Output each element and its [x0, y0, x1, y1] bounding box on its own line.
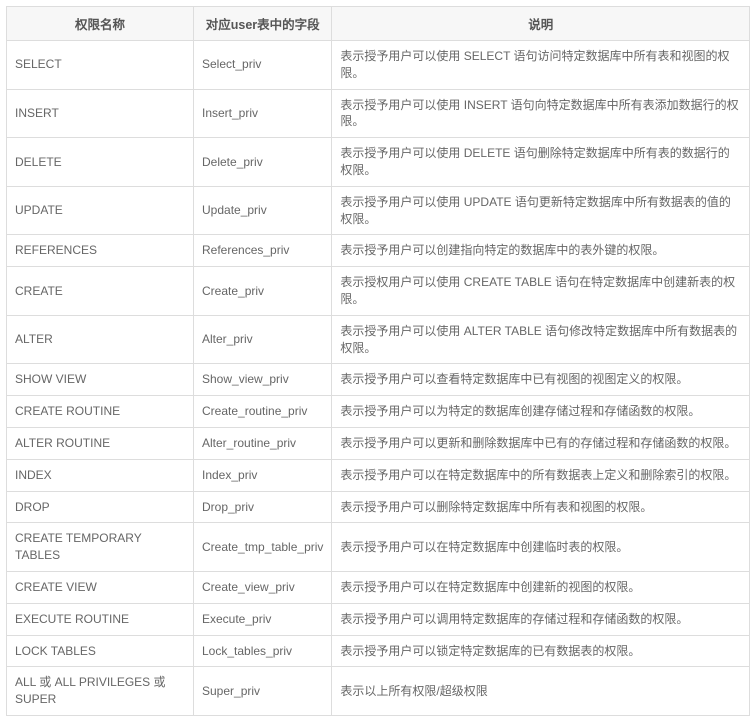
cell-field: Alter_routine_priv	[194, 427, 332, 459]
header-field: 对应user表中的字段	[194, 7, 332, 41]
cell-field: Create_routine_priv	[194, 396, 332, 428]
table-row: DROPDrop_priv表示授予用户可以删除特定数据库中所有表和视图的权限。	[7, 491, 750, 523]
cell-field: Delete_priv	[194, 138, 332, 187]
header-name: 权限名称	[7, 7, 194, 41]
cell-desc: 表示授予用户可以删除特定数据库中所有表和视图的权限。	[332, 491, 750, 523]
table-row: SELECTSelect_priv表示授予用户可以使用 SELECT 语句访问特…	[7, 41, 750, 90]
cell-name: CREATE VIEW	[7, 571, 194, 603]
cell-name: ALTER ROUTINE	[7, 427, 194, 459]
cell-field: Execute_priv	[194, 603, 332, 635]
cell-field: Insert_priv	[194, 89, 332, 138]
table-row: REFERENCESReferences_priv表示授予用户可以创建指向特定的…	[7, 235, 750, 267]
cell-field: Update_priv	[194, 186, 332, 235]
cell-desc: 表示授予用户可以在特定数据库中创建新的视图的权限。	[332, 571, 750, 603]
cell-desc: 表示授予用户可以在特定数据库中的所有数据表上定义和删除索引的权限。	[332, 459, 750, 491]
table-row: INSERTInsert_priv表示授予用户可以使用 INSERT 语句向特定…	[7, 89, 750, 138]
cell-field: Index_priv	[194, 459, 332, 491]
cell-field: Drop_priv	[194, 491, 332, 523]
cell-name: CREATE ROUTINE	[7, 396, 194, 428]
cell-name: UPDATE	[7, 186, 194, 235]
table-row: CREATE ROUTINECreate_routine_priv表示授予用户可…	[7, 396, 750, 428]
table-row: ALTERAlter_priv表示授予用户可以使用 ALTER TABLE 语句…	[7, 315, 750, 364]
table-row: LOCK TABLESLock_tables_priv表示授予用户可以锁定特定数…	[7, 635, 750, 667]
cell-desc: 表示授权用户可以使用 CREATE TABLE 语句在特定数据库中创建新表的权限…	[332, 267, 750, 316]
cell-name: SELECT	[7, 41, 194, 90]
table-row: ALTER ROUTINEAlter_routine_priv表示授予用户可以更…	[7, 427, 750, 459]
cell-desc: 表示授予用户可以锁定特定数据库的已有数据表的权限。	[332, 635, 750, 667]
cell-desc: 表示授予用户可以使用 ALTER TABLE 语句修改特定数据库中所有数据表的权…	[332, 315, 750, 364]
table-row: SHOW VIEWShow_view_priv表示授予用户可以查看特定数据库中已…	[7, 364, 750, 396]
cell-desc: 表示授予用户可以在特定数据库中创建临时表的权限。	[332, 523, 750, 572]
table-row: CREATE TEMPORARY TABLESCreate_tmp_table_…	[7, 523, 750, 572]
table-row: CREATE VIEWCreate_view_priv表示授予用户可以在特定数据…	[7, 571, 750, 603]
cell-desc: 表示以上所有权限/超级权限	[332, 667, 750, 716]
cell-name: INDEX	[7, 459, 194, 491]
header-row: 权限名称 对应user表中的字段 说明	[7, 7, 750, 41]
table-row: CREATECreate_priv表示授权用户可以使用 CREATE TABLE…	[7, 267, 750, 316]
cell-field: Show_view_priv	[194, 364, 332, 396]
cell-name: EXECUTE ROUTINE	[7, 603, 194, 635]
cell-field: Select_priv	[194, 41, 332, 90]
cell-desc: 表示授予用户可以查看特定数据库中已有视图的视图定义的权限。	[332, 364, 750, 396]
cell-name: CREATE TEMPORARY TABLES	[7, 523, 194, 572]
privileges-table: 权限名称 对应user表中的字段 说明 SELECTSelect_priv表示授…	[6, 6, 750, 716]
table-row: DELETEDelete_priv表示授予用户可以使用 DELETE 语句删除特…	[7, 138, 750, 187]
cell-desc: 表示授予用户可以调用特定数据库的存储过程和存储函数的权限。	[332, 603, 750, 635]
cell-field: References_priv	[194, 235, 332, 267]
table-row: INDEXIndex_priv表示授予用户可以在特定数据库中的所有数据表上定义和…	[7, 459, 750, 491]
cell-name: SHOW VIEW	[7, 364, 194, 396]
cell-field: Lock_tables_priv	[194, 635, 332, 667]
cell-field: Create_view_priv	[194, 571, 332, 603]
cell-name: DELETE	[7, 138, 194, 187]
cell-field: Create_priv	[194, 267, 332, 316]
cell-desc: 表示授予用户可以使用 DELETE 语句删除特定数据库中所有表的数据行的权限。	[332, 138, 750, 187]
cell-field: Alter_priv	[194, 315, 332, 364]
cell-name: ALTER	[7, 315, 194, 364]
cell-desc: 表示授予用户可以使用 INSERT 语句向特定数据库中所有表添加数据行的权限。	[332, 89, 750, 138]
cell-name: REFERENCES	[7, 235, 194, 267]
cell-desc: 表示授予用户可以创建指向特定的数据库中的表外键的权限。	[332, 235, 750, 267]
cell-desc: 表示授予用户可以使用 SELECT 语句访问特定数据库中所有表和视图的权限。	[332, 41, 750, 90]
cell-field: Super_priv	[194, 667, 332, 716]
cell-desc: 表示授予用户可以更新和删除数据库中已有的存储过程和存储函数的权限。	[332, 427, 750, 459]
cell-name: LOCK TABLES	[7, 635, 194, 667]
cell-desc: 表示授予用户可以为特定的数据库创建存储过程和存储函数的权限。	[332, 396, 750, 428]
cell-name: INSERT	[7, 89, 194, 138]
table-row: ALL 或 ALL PRIVILEGES 或 SUPERSuper_priv表示…	[7, 667, 750, 716]
cell-desc: 表示授予用户可以使用 UPDATE 语句更新特定数据库中所有数据表的值的权限。	[332, 186, 750, 235]
table-row: UPDATEUpdate_priv表示授予用户可以使用 UPDATE 语句更新特…	[7, 186, 750, 235]
cell-field: Create_tmp_table_priv	[194, 523, 332, 572]
cell-name: CREATE	[7, 267, 194, 316]
table-row: EXECUTE ROUTINEExecute_priv表示授予用户可以调用特定数…	[7, 603, 750, 635]
header-desc: 说明	[332, 7, 750, 41]
cell-name: DROP	[7, 491, 194, 523]
cell-name: ALL 或 ALL PRIVILEGES 或 SUPER	[7, 667, 194, 716]
